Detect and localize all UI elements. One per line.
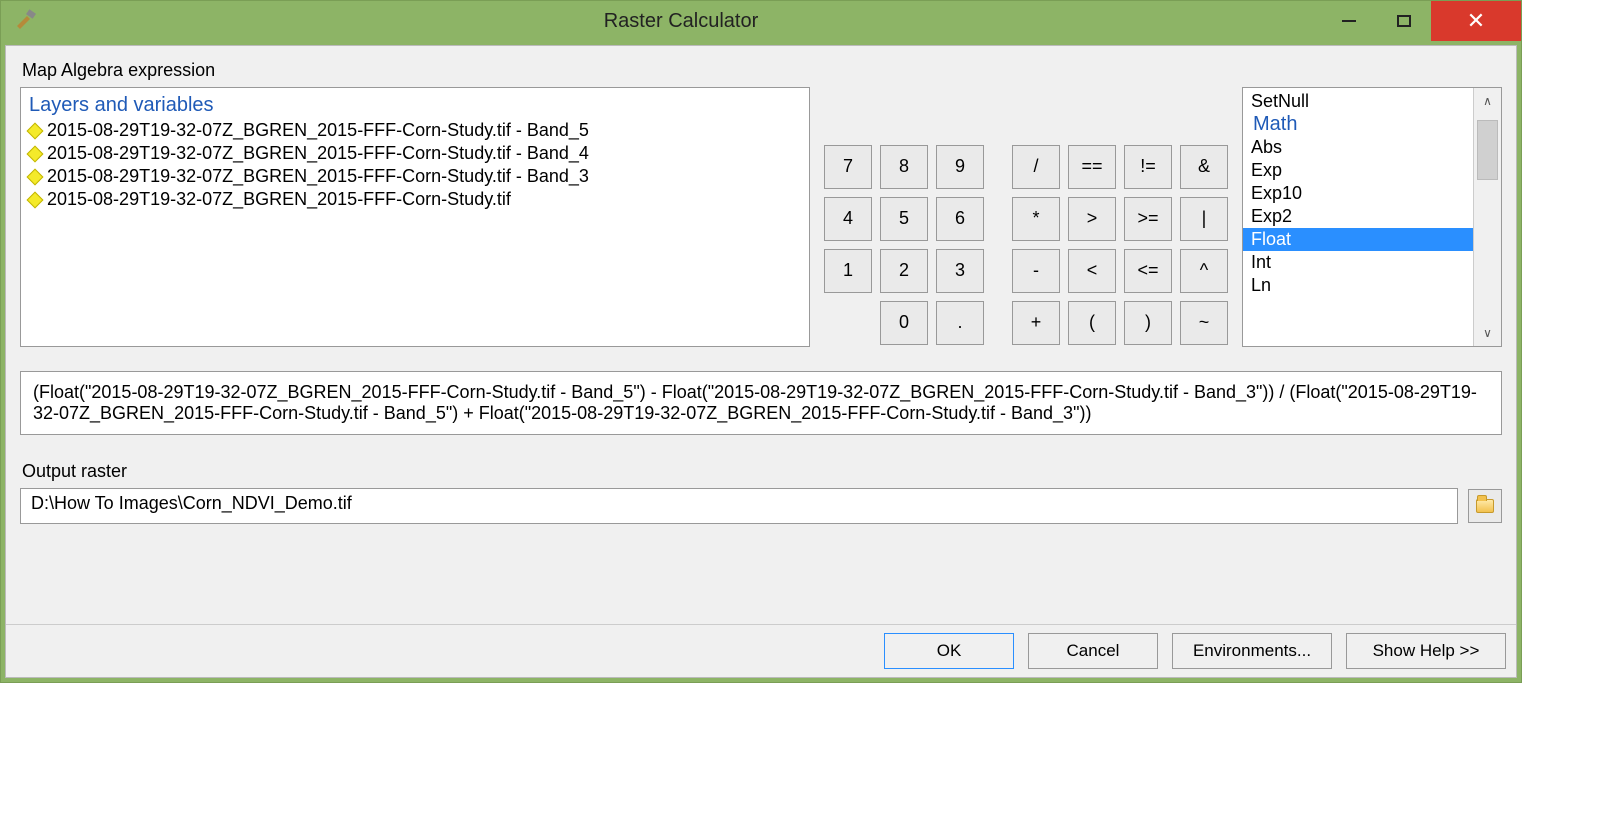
environments-button[interactable]: Environments... — [1172, 633, 1332, 669]
func-item-ln[interactable]: Ln — [1243, 274, 1473, 297]
scrollbar[interactable]: ∧ ∨ — [1473, 88, 1501, 346]
scroll-thumb[interactable] — [1477, 120, 1498, 180]
func-header: Math — [1243, 113, 1473, 136]
window: Raster Calculator ✕ Map Algebra expressi… — [0, 0, 1522, 683]
functions-list[interactable]: SetNull Math AbsExpExp10Exp2FloatIntLn — [1243, 88, 1473, 346]
cancel-button[interactable]: Cancel — [1028, 633, 1158, 669]
scroll-down-icon[interactable]: ∨ — [1474, 320, 1501, 346]
layers-list[interactable]: Layers and variables 2015-08-29T19-32-07… — [20, 87, 810, 347]
key->[interactable]: > — [1068, 197, 1116, 241]
layer-item[interactable]: 2015-08-29T19-32-07Z_BGREN_2015-FFF-Corn… — [29, 165, 801, 188]
layer-item-label: 2015-08-29T19-32-07Z_BGREN_2015-FFF-Corn… — [47, 143, 589, 164]
scroll-track[interactable] — [1474, 114, 1501, 320]
layer-item[interactable]: 2015-08-29T19-32-07Z_BGREN_2015-FFF-Corn… — [29, 119, 801, 142]
titlebar: Raster Calculator ✕ — [1, 1, 1521, 41]
func-item-exp[interactable]: Exp — [1243, 159, 1473, 182]
layers-header: Layers and variables — [29, 94, 801, 117]
layer-item-label: 2015-08-29T19-32-07Z_BGREN_2015-FFF-Corn… — [47, 166, 589, 187]
expression-input[interactable]: (Float("2015-08-29T19-32-07Z_BGREN_2015-… — [20, 371, 1502, 435]
close-button[interactable]: ✕ — [1431, 1, 1521, 41]
layer-item-label: 2015-08-29T19-32-07Z_BGREN_2015-FFF-Corn… — [47, 189, 511, 210]
func-item-abs[interactable]: Abs — [1243, 136, 1473, 159]
key-/[interactable]: / — [1012, 145, 1060, 189]
top-row: Layers and variables 2015-08-29T19-32-07… — [20, 87, 1502, 347]
key-6[interactable]: 6 — [936, 197, 984, 241]
window-title: Raster Calculator — [41, 10, 1321, 33]
diamond-icon — [27, 168, 44, 185]
hammer-icon — [11, 6, 41, 36]
func-item-float[interactable]: Float — [1243, 228, 1473, 251]
key-~[interactable]: ~ — [1180, 301, 1228, 345]
window-buttons: ✕ — [1321, 1, 1521, 41]
minimize-button[interactable] — [1321, 1, 1376, 41]
diamond-icon — [27, 145, 44, 162]
key->=[interactable]: >= — [1124, 197, 1172, 241]
key-+[interactable]: + — [1012, 301, 1060, 345]
content-area: Map Algebra expression Layers and variab… — [5, 45, 1517, 678]
maximize-button[interactable] — [1376, 1, 1431, 41]
key-2[interactable]: 2 — [880, 249, 928, 293]
layer-item-label: 2015-08-29T19-32-07Z_BGREN_2015-FFF-Corn… — [47, 120, 589, 141]
key-7[interactable]: 7 — [824, 145, 872, 189]
key-==[interactable]: == — [1068, 145, 1116, 189]
map-algebra-label: Map Algebra expression — [22, 60, 1502, 81]
key--[interactable]: - — [1012, 249, 1060, 293]
output-raster-label: Output raster — [22, 461, 1502, 482]
expression-text: (Float("2015-08-29T19-32-07Z_BGREN_2015-… — [33, 382, 1489, 424]
key-<[interactable]: < — [1068, 249, 1116, 293]
bottom-bar: OK Cancel Environments... Show Help >> — [6, 624, 1516, 677]
key-|[interactable]: | — [1180, 197, 1228, 241]
keypad: 789 /==!=& 456 *>>=| 123-<<=^ 0. +()~ — [824, 87, 1228, 347]
key-3[interactable]: 3 — [936, 249, 984, 293]
func-item-exp2[interactable]: Exp2 — [1243, 205, 1473, 228]
functions-panel: SetNull Math AbsExpExp10Exp2FloatIntLn ∧… — [1242, 87, 1502, 347]
key-*[interactable]: * — [1012, 197, 1060, 241]
show-help-button[interactable]: Show Help >> — [1346, 633, 1506, 669]
output-raster-value: D:\How To Images\Corn_NDVI_Demo.tif — [31, 493, 352, 513]
key-8[interactable]: 8 — [880, 145, 928, 189]
output-raster-input[interactable]: D:\How To Images\Corn_NDVI_Demo.tif — [20, 488, 1458, 524]
diamond-icon — [27, 122, 44, 139]
key-5[interactable]: 5 — [880, 197, 928, 241]
func-item-exp10[interactable]: Exp10 — [1243, 182, 1473, 205]
func-item-int[interactable]: Int — [1243, 251, 1473, 274]
key-0[interactable]: 0 — [880, 301, 928, 345]
layer-item[interactable]: 2015-08-29T19-32-07Z_BGREN_2015-FFF-Corn… — [29, 142, 801, 165]
layer-item[interactable]: 2015-08-29T19-32-07Z_BGREN_2015-FFF-Corn… — [29, 188, 801, 211]
diamond-icon — [27, 191, 44, 208]
key-1[interactable]: 1 — [824, 249, 872, 293]
scroll-up-icon[interactable]: ∧ — [1474, 88, 1501, 114]
key-9[interactable]: 9 — [936, 145, 984, 189]
key-!=[interactable]: != — [1124, 145, 1172, 189]
key-&[interactable]: & — [1180, 145, 1228, 189]
folder-icon — [1476, 499, 1494, 513]
output-section: Output raster D:\How To Images\Corn_NDVI… — [20, 461, 1502, 524]
func-item[interactable]: SetNull — [1243, 90, 1473, 113]
key-4[interactable]: 4 — [824, 197, 872, 241]
key-([interactable]: ( — [1068, 301, 1116, 345]
key-<=[interactable]: <= — [1124, 249, 1172, 293]
key-)[interactable]: ) — [1124, 301, 1172, 345]
browse-button[interactable] — [1468, 489, 1502, 523]
key-^[interactable]: ^ — [1180, 249, 1228, 293]
ok-button[interactable]: OK — [884, 633, 1014, 669]
key-.[interactable]: . — [936, 301, 984, 345]
